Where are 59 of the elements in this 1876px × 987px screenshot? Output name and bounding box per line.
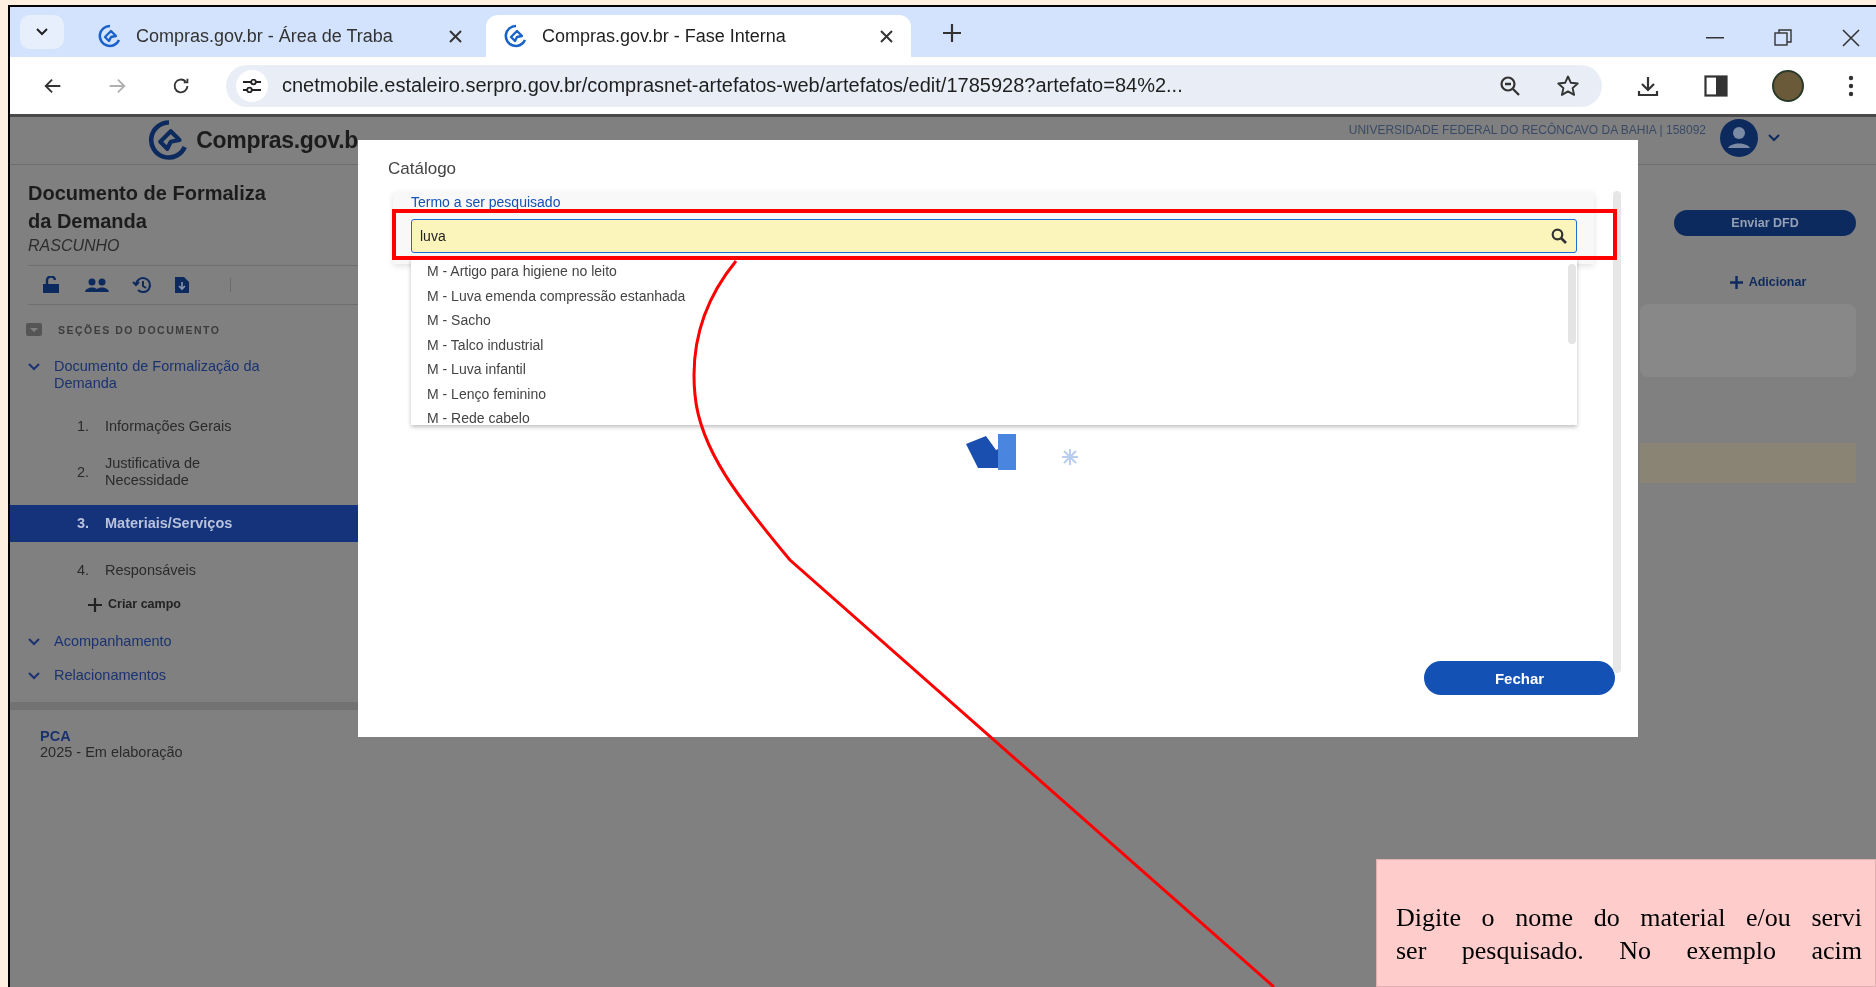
result-option[interactable]: M - Luva emenda compressão estanhada — [411, 282, 1561, 307]
result-option[interactable]: M - Luva infantil — [411, 356, 1561, 381]
minimize-icon[interactable] — [1706, 37, 1724, 39]
users-icon[interactable] — [84, 277, 110, 293]
result-option[interactable]: M - Rede cabelo — [411, 405, 1561, 425]
site-logo-icon — [504, 24, 528, 48]
user-icon[interactable] — [1720, 119, 1758, 157]
callout-text: Digite o nome do material e/ou servi ser pesquisado. No exemplo acim — [1396, 902, 1862, 967]
restore-icon[interactable] — [1774, 29, 1792, 47]
logo-text: Compras.gov.b — [196, 126, 358, 154]
document-title: Documento de Formaliza da Demanda — [28, 181, 267, 234]
section-item[interactable]: 3. Materiais/Serviços — [10, 505, 358, 542]
unlock-icon[interactable] — [42, 276, 62, 294]
plus-icon — [943, 24, 961, 42]
pca-label: PCA — [40, 728, 72, 744]
organization-name: UNIVERSIDADE FEDERAL DO RECÔNCAVO DA BAHIA | 158092 — [1348, 123, 1706, 137]
profile-avatar[interactable] — [1772, 69, 1804, 102]
result-option[interactable]: M - Talco industrial — [411, 331, 1561, 356]
scrollbar-thumb[interactable] — [1568, 264, 1576, 344]
side-panel-icon[interactable] — [1704, 74, 1728, 97]
close-icon[interactable] — [449, 29, 462, 43]
address-bar[interactable]: cnetmobile.estaleiro.serpro.gov.br/comprasnet-artefatos-web/artefatos/edit/1785928?artefato=84%2... — [226, 64, 1602, 107]
document-status: RASCUNHO — [28, 237, 121, 255]
browser-tab[interactable]: Compras.gov.br - Fase Interna — [486, 15, 911, 57]
close-button[interactable]: Fechar — [1424, 661, 1615, 695]
chevron-down-icon — [28, 363, 40, 371]
search-icon[interactable] — [1551, 228, 1567, 244]
result-option[interactable]: M - Lenço feminino — [411, 380, 1561, 405]
send-button[interactable]: Enviar DFD — [1674, 210, 1856, 236]
zoom-out-icon[interactable] — [1498, 73, 1522, 98]
chevron-down-icon — [1768, 134, 1780, 142]
dialog-title: Catálogo — [388, 159, 458, 179]
section-item[interactable]: 2. Justificativa de Necessidade — [10, 455, 358, 489]
history-icon[interactable] — [132, 276, 152, 294]
settings-icon[interactable] — [242, 78, 262, 93]
chevron-down-icon — [28, 672, 40, 680]
scrollbar[interactable] — [1613, 191, 1621, 673]
sections-heading: SEÇÕES DO DOCUMENTO — [58, 323, 221, 336]
star-icon[interactable] — [1556, 73, 1580, 98]
close-icon[interactable] — [880, 29, 893, 43]
close-icon[interactable] — [1842, 29, 1860, 47]
file-download-icon[interactable] — [174, 276, 190, 294]
site-logo-icon — [98, 24, 122, 48]
add-button[interactable]: Adicionar — [1723, 274, 1813, 290]
result-option[interactable]: M - Artigo para higiene no leito — [411, 258, 1561, 283]
browser-tab[interactable]: Compras.gov.br - Área de Traba — [80, 15, 480, 57]
plus-icon — [88, 597, 102, 612]
section-item[interactable]: 4. Responsáveis — [10, 562, 358, 579]
menu-icon[interactable] — [1848, 74, 1854, 97]
section-item[interactable]: 1. Informações Gerais — [10, 418, 358, 435]
pca-status: 2025 - Em elaboração — [40, 744, 184, 760]
create-field-link[interactable]: Criar campo — [30, 596, 378, 613]
url-text: cnetmobile.estaleiro.serpro.gov.br/comprasnet-artefatos-web/artefatos/edit/1785928?artefato=84%2... — [282, 74, 1184, 97]
result-option[interactable]: M - Sacho — [411, 307, 1561, 332]
search-label: Termo a ser pesquisado — [411, 194, 562, 210]
search-field[interactable]: luva — [411, 219, 1577, 253]
chevron-down-icon — [36, 28, 48, 36]
plus-icon — [1729, 275, 1743, 289]
chevron-down-icon — [28, 638, 40, 646]
